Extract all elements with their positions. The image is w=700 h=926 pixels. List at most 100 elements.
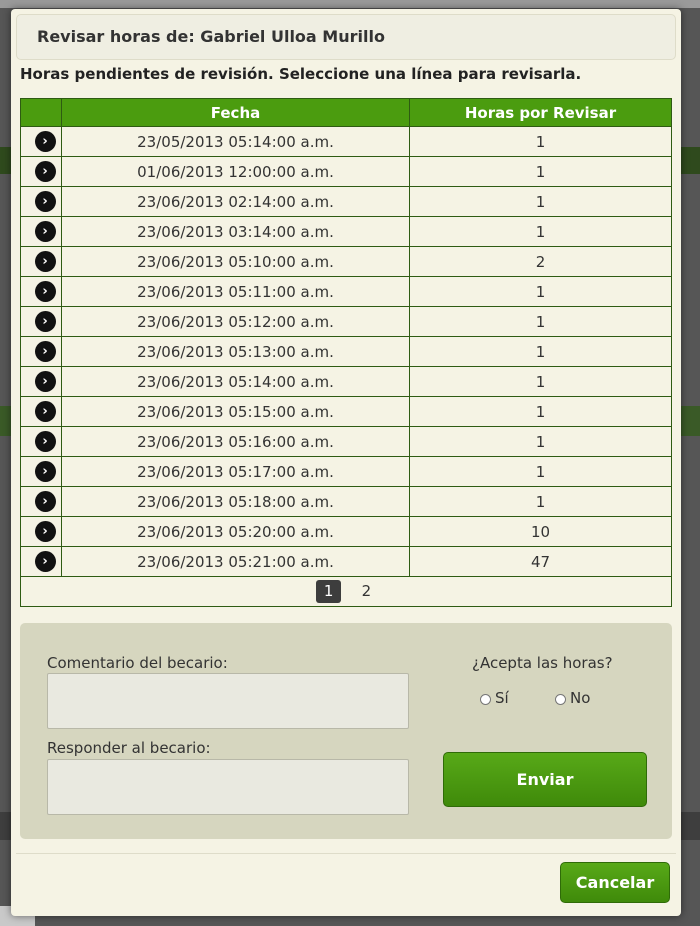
horas-cell[interactable]: 2 — [409, 246, 672, 277]
row-select-cell[interactable]: › — [20, 426, 62, 457]
page-2-link[interactable]: 2 — [354, 580, 379, 603]
arrow-right-circle-icon[interactable]: › — [34, 551, 56, 572]
fecha-cell[interactable]: 23/06/2013 03:14:00 a.m. — [61, 216, 410, 247]
row-select-cell[interactable]: › — [20, 276, 62, 307]
row-select-cell[interactable]: › — [20, 126, 62, 157]
row-select-cell[interactable]: › — [20, 486, 62, 517]
review-form-panel: Comentario del becario: Responder al bec… — [20, 623, 672, 839]
table-row[interactable]: › 23/06/2013 05:10:00 a.m. 2 — [20, 246, 672, 277]
row-select-cell[interactable]: › — [20, 546, 62, 577]
dialog-titlebar[interactable]: Revisar horas de: Gabriel Ulloa Murillo — [16, 14, 676, 60]
horas-cell[interactable]: 47 — [409, 546, 672, 577]
arrow-right-circle-icon[interactable]: › — [34, 131, 56, 152]
fecha-cell[interactable]: 23/06/2013 05:20:00 a.m. — [61, 516, 410, 547]
horas-cell[interactable]: 1 — [409, 396, 672, 427]
arrow-right-circle-icon[interactable]: › — [34, 461, 56, 482]
horas-cell[interactable]: 1 — [409, 156, 672, 187]
fecha-cell[interactable]: 23/06/2013 05:10:00 a.m. — [61, 246, 410, 277]
table-row[interactable]: › 23/06/2013 05:20:00 a.m. 10 — [20, 516, 672, 547]
horas-cell[interactable]: 1 — [409, 186, 672, 217]
horas-cell[interactable]: 1 — [409, 216, 672, 247]
acepta-label: ¿Acepta las horas? — [472, 654, 613, 672]
fecha-cell[interactable]: 23/06/2013 05:13:00 a.m. — [61, 336, 410, 367]
cancelar-button[interactable]: Cancelar — [560, 862, 670, 903]
pending-hours-table: Fecha Horas por Revisar › 23/05/2013 05:1… — [20, 98, 672, 607]
horas-cell[interactable]: 1 — [409, 336, 672, 367]
fecha-cell[interactable]: 23/06/2013 05:11:00 a.m. — [61, 276, 410, 307]
table-row[interactable]: › 23/06/2013 05:12:00 a.m. 1 — [20, 306, 672, 337]
pager: 1 2 — [20, 576, 672, 607]
horas-cell[interactable]: 1 — [409, 306, 672, 337]
row-select-cell[interactable]: › — [20, 216, 62, 247]
arrow-right-circle-icon[interactable]: › — [34, 251, 56, 272]
si-radio[interactable] — [480, 694, 491, 705]
responder-label: Responder al becario: — [47, 739, 211, 757]
table-row[interactable]: › 23/06/2013 05:18:00 a.m. 1 — [20, 486, 672, 517]
fecha-cell[interactable]: 23/05/2013 05:14:00 a.m. — [61, 126, 410, 157]
fecha-cell[interactable]: 23/06/2013 05:17:00 a.m. — [61, 456, 410, 487]
row-select-cell[interactable]: › — [20, 246, 62, 277]
footer-divider — [16, 853, 676, 854]
horas-cell[interactable]: 1 — [409, 126, 672, 157]
page-1-button[interactable]: 1 — [316, 580, 342, 603]
table-row[interactable]: › 23/05/2013 05:14:00 a.m. 1 — [20, 126, 672, 157]
fecha-cell[interactable]: 23/06/2013 05:12:00 a.m. — [61, 306, 410, 337]
header-horas[interactable]: Horas por Revisar — [409, 98, 672, 127]
arrow-right-circle-icon[interactable]: › — [34, 521, 56, 542]
row-select-cell[interactable]: › — [20, 516, 62, 547]
row-select-cell[interactable]: › — [20, 156, 62, 187]
horas-cell[interactable]: 1 — [409, 276, 672, 307]
background-header — [0, 0, 700, 8]
arrow-right-circle-icon[interactable]: › — [34, 311, 56, 332]
header-fecha[interactable]: Fecha — [61, 98, 410, 127]
comentario-textarea[interactable] — [47, 673, 409, 729]
row-select-cell[interactable]: › — [20, 456, 62, 487]
table-row[interactable]: › 23/06/2013 05:16:00 a.m. 1 — [20, 426, 672, 457]
arrow-right-circle-icon[interactable]: › — [34, 491, 56, 512]
fecha-cell[interactable]: 23/06/2013 05:14:00 a.m. — [61, 366, 410, 397]
arrow-right-circle-icon[interactable]: › — [34, 401, 56, 422]
fecha-cell[interactable]: 01/06/2013 12:00:00 a.m. — [61, 156, 410, 187]
horas-cell[interactable]: 1 — [409, 366, 672, 397]
arrow-right-circle-icon[interactable]: › — [34, 341, 56, 362]
fecha-cell[interactable]: 23/06/2013 05:16:00 a.m. — [61, 426, 410, 457]
horas-cell[interactable]: 1 — [409, 426, 672, 457]
table-row[interactable]: › 23/06/2013 05:13:00 a.m. 1 — [20, 336, 672, 367]
arrow-right-circle-icon[interactable]: › — [34, 371, 56, 392]
horas-cell[interactable]: 1 — [409, 456, 672, 487]
arrow-right-circle-icon[interactable]: › — [34, 161, 56, 182]
enviar-button[interactable]: Enviar — [443, 752, 647, 807]
fecha-cell[interactable]: 23/06/2013 02:14:00 a.m. — [61, 186, 410, 217]
table-header-row: Fecha Horas por Revisar — [20, 98, 672, 127]
horas-cell[interactable]: 10 — [409, 516, 672, 547]
row-select-cell[interactable]: › — [20, 306, 62, 337]
si-label[interactable]: Sí — [495, 689, 509, 707]
no-label[interactable]: No — [570, 689, 590, 707]
row-select-cell[interactable]: › — [20, 396, 62, 427]
fecha-cell[interactable]: 23/06/2013 05:21:00 a.m. — [61, 546, 410, 577]
dialog-title: Revisar horas de: Gabriel Ulloa Murillo — [37, 27, 385, 46]
comentario-label: Comentario del becario: — [47, 654, 228, 672]
table-row[interactable]: › 23/06/2013 02:14:00 a.m. 1 — [20, 186, 672, 217]
no-radio[interactable] — [555, 694, 566, 705]
header-select — [20, 98, 62, 127]
fecha-cell[interactable]: 23/06/2013 05:18:00 a.m. — [61, 486, 410, 517]
table-row[interactable]: › 23/06/2013 05:14:00 a.m. 1 — [20, 366, 672, 397]
row-select-cell[interactable]: › — [20, 366, 62, 397]
row-select-cell[interactable]: › — [20, 336, 62, 367]
arrow-right-circle-icon[interactable]: › — [34, 431, 56, 452]
horas-cell[interactable]: 1 — [409, 486, 672, 517]
row-select-cell[interactable]: › — [20, 186, 62, 217]
table-row[interactable]: › 23/06/2013 05:11:00 a.m. 1 — [20, 276, 672, 307]
arrow-right-circle-icon[interactable]: › — [34, 281, 56, 302]
arrow-right-circle-icon[interactable]: › — [34, 221, 56, 242]
table-row[interactable]: › 23/06/2013 05:15:00 a.m. 1 — [20, 396, 672, 427]
table-row[interactable]: › 23/06/2013 03:14:00 a.m. 1 — [20, 216, 672, 247]
pager-row: 1 2 — [20, 576, 672, 607]
responder-textarea[interactable] — [47, 759, 409, 815]
table-row[interactable]: › 01/06/2013 12:00:00 a.m. 1 — [20, 156, 672, 187]
fecha-cell[interactable]: 23/06/2013 05:15:00 a.m. — [61, 396, 410, 427]
table-row[interactable]: › 23/06/2013 05:21:00 a.m. 47 — [20, 546, 672, 577]
arrow-right-circle-icon[interactable]: › — [34, 191, 56, 212]
table-row[interactable]: › 23/06/2013 05:17:00 a.m. 1 — [20, 456, 672, 487]
